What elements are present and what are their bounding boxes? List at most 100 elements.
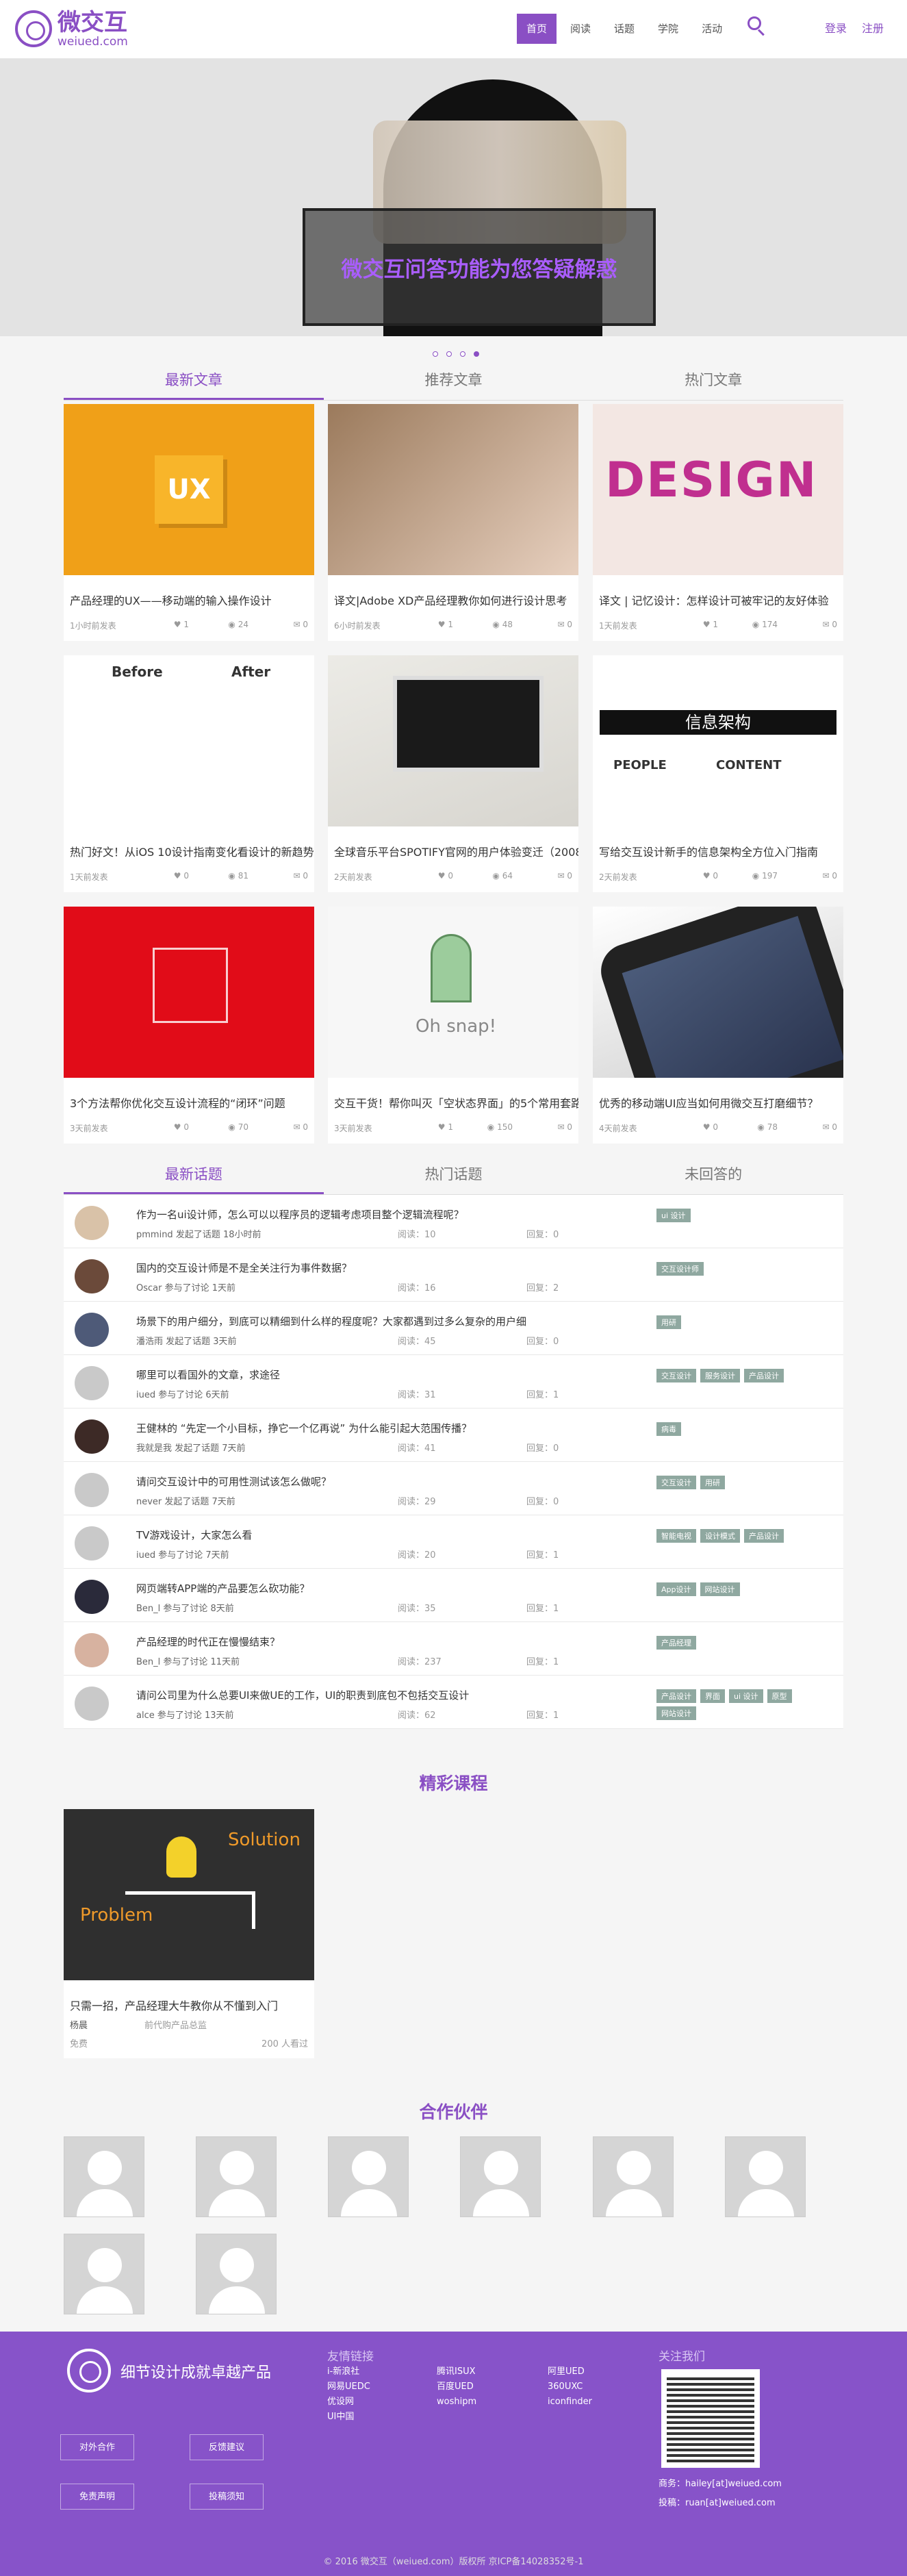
topic-tag[interactable]: 交互设计 xyxy=(656,1476,696,1489)
topic-title[interactable]: 网页端转APP端的产品要怎么砍功能？ xyxy=(136,1581,526,1595)
carousel-dot-3[interactable] xyxy=(460,351,465,357)
avatar[interactable] xyxy=(75,1366,109,1400)
topic-row[interactable]: 产品经理的时代正在慢慢结束？ Ben_l 参与了讨论 11天前 阅读：237 回… xyxy=(64,1622,843,1676)
avatar[interactable] xyxy=(75,1687,109,1721)
partner-logo[interactable] xyxy=(196,2136,277,2217)
footer-cooperation-button[interactable]: 对外合作 xyxy=(60,2434,134,2460)
partner-logo[interactable] xyxy=(460,2136,541,2217)
friend-link[interactable]: 百度UED xyxy=(437,2379,476,2395)
topic-title[interactable]: 王健林的 “先定一个小目标，挣它一个亿再说” 为什么能引起大范围传播？ xyxy=(136,1421,526,1435)
article-card[interactable]: Oh snap! 交互干货！帮你叫灭「空状态界面」的5个常用套路 3天前发表 ♥… xyxy=(328,907,578,1144)
avatar[interactable] xyxy=(75,1313,109,1347)
login-link[interactable]: 登录 xyxy=(825,19,847,36)
avatar[interactable] xyxy=(75,1473,109,1507)
topic-row[interactable]: 王健林的 “先定一个小目标，挣它一个亿再说” 为什么能引起大范围传播？ 我就是我… xyxy=(64,1409,843,1462)
friend-link[interactable]: iconfinder xyxy=(548,2395,592,2410)
topic-tag[interactable]: 交互设计 xyxy=(656,1369,696,1382)
topic-tag[interactable]: 产品经理 xyxy=(656,1636,696,1650)
topic-tag[interactable]: 交互设计师 xyxy=(656,1262,704,1276)
topic-title[interactable]: TV游戏设计，大家怎么看 xyxy=(136,1528,526,1542)
topic-tag[interactable]: 产品设计 xyxy=(656,1689,696,1703)
topic-tag[interactable]: ui 设计 xyxy=(729,1689,763,1703)
tab-hot-topics[interactable]: 热门话题 xyxy=(324,1154,584,1194)
topic-title[interactable]: 作为一名ui设计师，怎么可以以程序员的逻辑考虑项目整个逻辑流程呢？ xyxy=(136,1207,526,1222)
topic-row[interactable]: 场景下的用户细分，到底可以精细到什么样的程度呢？大家都遇到过多么复杂的用户细分 … xyxy=(64,1302,843,1355)
avatar[interactable] xyxy=(75,1206,109,1240)
topic-tag[interactable]: 服务设计 xyxy=(700,1369,740,1382)
avatar[interactable] xyxy=(75,1580,109,1614)
avatar[interactable] xyxy=(75,1419,109,1454)
topic-tag[interactable]: 界面 xyxy=(700,1689,725,1703)
friend-link[interactable]: 网易UEDC xyxy=(327,2379,370,2395)
topic-tag[interactable]: 病毒 xyxy=(656,1422,681,1436)
avatar[interactable] xyxy=(75,1526,109,1561)
nav-events[interactable]: 活动 xyxy=(692,14,732,44)
friend-link[interactable]: 360UXC xyxy=(548,2379,592,2395)
topic-row[interactable]: 作为一名ui设计师，怎么可以以程序员的逻辑考虑项目整个逻辑流程呢？ pmmind… xyxy=(64,1195,843,1248)
friend-link[interactable]: 优设网 xyxy=(327,2395,370,2410)
footer-disclaimer-button[interactable]: 免责声明 xyxy=(60,2484,134,2510)
partner-logo[interactable] xyxy=(64,2136,144,2217)
footer-submission-button[interactable]: 投稿须知 xyxy=(190,2484,264,2510)
topic-title[interactable]: 请问公司里为什么总要UI来做UE的工作，UI的职责到底包不包括交互设计 xyxy=(136,1688,526,1702)
footer-feedback-button[interactable]: 反馈建议 xyxy=(190,2434,264,2460)
topic-tag[interactable]: 原型 xyxy=(767,1689,792,1703)
search-icon[interactable] xyxy=(746,15,769,38)
topic-row[interactable]: 网页端转APP端的产品要怎么砍功能？ Ben_l 参与了讨论 8天前 阅读：35… xyxy=(64,1569,843,1622)
topic-tag[interactable]: 产品设计 xyxy=(744,1369,784,1382)
article-card[interactable]: 3个方法帮你优化交互设计流程的“闭环”问题 3天前发表 ♥ 0 ◉ 70 ✉ 0 xyxy=(64,907,314,1144)
topic-tag[interactable]: 网站设计 xyxy=(656,1706,696,1720)
topic-row[interactable]: TV游戏设计，大家怎么看 iued 参与了讨论 7天前 阅读：20 回复：1 智… xyxy=(64,1515,843,1569)
topic-tag[interactable]: 智能电视 xyxy=(656,1529,696,1543)
register-link[interactable]: 注册 xyxy=(862,19,884,36)
friend-link[interactable]: UI中国 xyxy=(327,2410,370,2425)
carousel-dot-1[interactable] xyxy=(433,351,438,357)
topic-tag[interactable]: 用研 xyxy=(656,1315,681,1329)
topic-tag[interactable]: 设计模式 xyxy=(700,1529,740,1543)
hero-banner[interactable]: 微交互问答功能为您答疑解惑 xyxy=(0,59,907,336)
nav-home[interactable]: 首页 xyxy=(517,14,557,44)
article-card[interactable]: UX 产品经理的UX——移动端的输入操作设计 1小时前发表 ♥ 1 ◉ 24 ✉… xyxy=(64,404,314,641)
topic-tag[interactable]: App设计 xyxy=(656,1582,696,1596)
topic-tag[interactable]: 网站设计 xyxy=(700,1582,740,1596)
tab-latest-topics[interactable]: 最新话题 xyxy=(64,1154,324,1194)
partner-logo[interactable] xyxy=(196,2234,277,2314)
course-card[interactable]: Problem Solution 只需一招，产品经理大牛教你从不懂到入门 杨晨 … xyxy=(64,1809,314,2058)
partner-logo[interactable] xyxy=(725,2136,806,2217)
tab-recommended-articles[interactable]: 推荐文章 xyxy=(324,359,584,400)
topic-title[interactable]: 场景下的用户细分，到底可以精细到什么样的程度呢？大家都遇到过多么复杂的用户细分 xyxy=(136,1314,526,1328)
article-card[interactable]: 译文|Adobe XD产品经理教你如何进行设计思考 6小时前发表 ♥ 1 ◉ 4… xyxy=(328,404,578,641)
avatar[interactable] xyxy=(75,1259,109,1293)
topic-tag[interactable]: 用研 xyxy=(700,1476,725,1489)
avatar[interactable] xyxy=(75,1633,109,1667)
topic-row[interactable]: 请问交互设计中的可用性测试该怎么做呢？ never 发起了话题 7天前 阅读：2… xyxy=(64,1462,843,1515)
article-card[interactable]: 信息架构 PEOPLE CONTENT 写给交互设计新手的信息架构全方位入门指南 2… xyxy=(593,655,843,892)
topic-row[interactable]: 哪里可以看国外的文章，求途径 iued 参与了讨论 6天前 阅读：31 回复：1… xyxy=(64,1355,843,1409)
topic-title[interactable]: 产品经理的时代正在慢慢结束？ xyxy=(136,1634,526,1649)
logo[interactable]: 微交互 weiued.com xyxy=(15,10,128,48)
nav-read[interactable]: 阅读 xyxy=(561,14,600,44)
topic-title[interactable]: 哪里可以看国外的文章，求途径 xyxy=(136,1367,526,1382)
carousel-dot-4[interactable] xyxy=(474,351,479,357)
nav-academy[interactable]: 学院 xyxy=(648,14,688,44)
friend-link[interactable]: i-新浪社 xyxy=(327,2364,370,2379)
partner-logo[interactable] xyxy=(64,2234,144,2314)
tab-hot-articles[interactable]: 热门文章 xyxy=(583,359,843,400)
article-card[interactable]: 全球音乐平台SPOTIFY官网的用户体验变迁（2008-2016） 2天前发表 … xyxy=(328,655,578,892)
tab-unanswered[interactable]: 未回答的 xyxy=(583,1154,843,1194)
friend-link[interactable]: woshipm xyxy=(437,2395,476,2410)
article-card[interactable]: Before After 热门好文！从iOS 10设计指南变化看设计的新趋势 1天… xyxy=(64,655,314,892)
topic-title[interactable]: 请问交互设计中的可用性测试该怎么做呢？ xyxy=(136,1474,526,1489)
article-card[interactable]: 优秀的移动端UI应当如何用微交互打磨细节？ 4天前发表 ♥ 0 ◉ 78 ✉ 0 xyxy=(593,907,843,1144)
topic-row[interactable]: 国内的交互设计师是不是全关注行为事件数据？ Oscar 参与了讨论 1天前 阅读… xyxy=(64,1248,843,1302)
topic-tag[interactable]: ui 设计 xyxy=(656,1209,691,1222)
nav-topics[interactable]: 话题 xyxy=(604,14,644,44)
tab-latest-articles[interactable]: 最新文章 xyxy=(64,359,324,400)
topic-row[interactable]: 请问公司里为什么总要UI来做UE的工作，UI的职责到底包不包括交互设计 alce… xyxy=(64,1676,843,1729)
partner-logo[interactable] xyxy=(328,2136,409,2217)
carousel-dot-2[interactable] xyxy=(446,351,452,357)
friend-link[interactable]: 阿里UED xyxy=(548,2364,592,2379)
friend-link[interactable]: 腾讯ISUX xyxy=(437,2364,476,2379)
topic-tag[interactable]: 产品设计 xyxy=(744,1529,784,1543)
partner-logo[interactable] xyxy=(593,2136,674,2217)
